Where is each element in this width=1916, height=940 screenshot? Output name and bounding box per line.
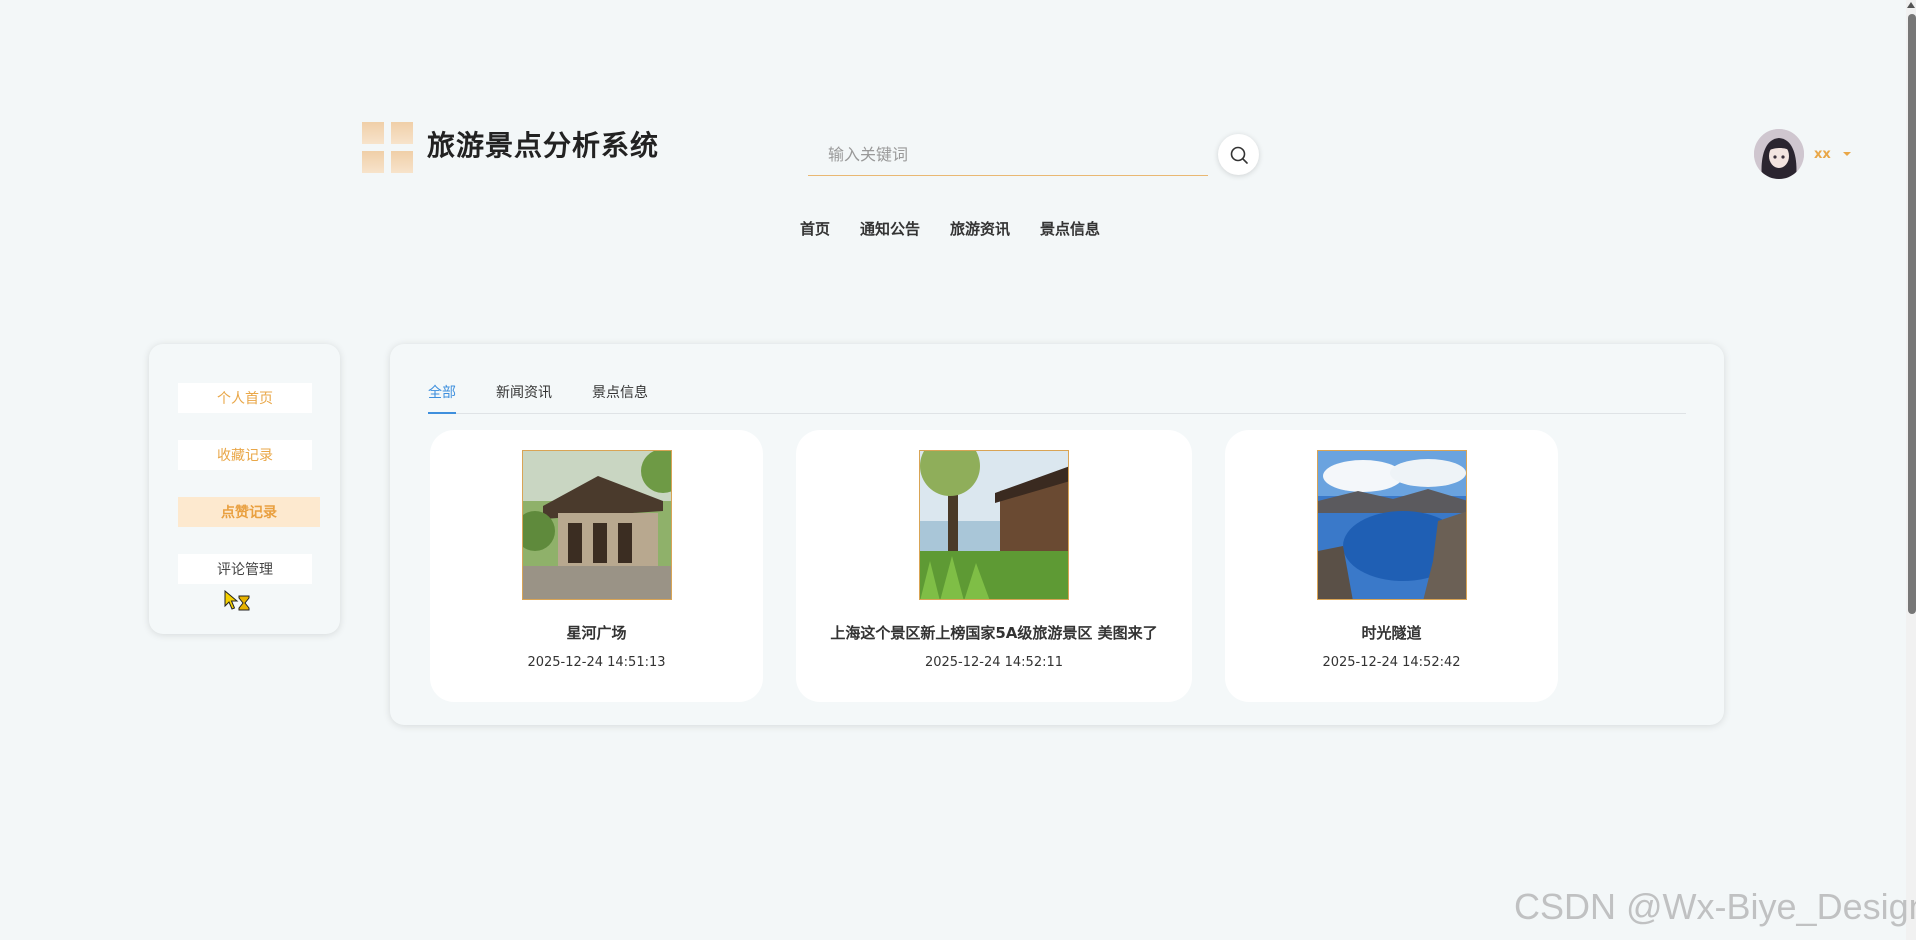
watermark: CSDN @Wx-Biye_Design: [1514, 886, 1916, 927]
card-time: 2025-12-24 14:52:11: [924, 655, 1064, 670]
search-input[interactable]: [808, 134, 1208, 175]
search-icon: [1230, 146, 1248, 164]
card-title[interactable]: 星河广场: [566, 622, 626, 643]
card-title[interactable]: 上海这个景区新上榜国家5A级旅游景区 美图来了: [830, 622, 1157, 643]
nav-notices[interactable]: 通知公告: [860, 218, 920, 239]
lakeside-image: [920, 451, 1068, 599]
sidebar-item-favorites[interactable]: 收藏记录: [178, 440, 312, 470]
card-time: 2025-12-24 14:51:13: [527, 655, 666, 670]
sidebar-item-likes[interactable]: 点赞记录: [178, 497, 320, 527]
content-tabs: 全部 新闻资讯 景点信息: [428, 384, 1686, 414]
avatar-image: [1754, 129, 1804, 179]
card-title[interactable]: 时光隧道: [1361, 622, 1421, 643]
pavilion-image: [522, 451, 671, 599]
liked-card[interactable]: 星河广场 2025-12-24 14:51:13: [430, 430, 763, 702]
site-logo: [362, 122, 413, 173]
sidebar-item-profile[interactable]: 个人首页: [178, 383, 312, 413]
username[interactable]: xx: [1814, 147, 1831, 162]
card-thumbnail[interactable]: [521, 450, 672, 600]
card-time: 2025-12-24 14:52:42: [1322, 655, 1461, 670]
busy-cursor-icon: [224, 590, 250, 611]
nav-travel-news[interactable]: 旅游资讯: [950, 218, 1010, 239]
main-nav: 首页 通知公告 旅游资讯 景点信息: [800, 218, 1100, 239]
card-thumbnail[interactable]: [919, 450, 1069, 600]
tab-all[interactable]: 全部: [428, 384, 456, 414]
crater-lake-image: [1317, 451, 1466, 599]
avatar[interactable]: [1754, 129, 1804, 179]
sidebar-item-comments[interactable]: 评论管理: [178, 554, 312, 584]
nav-home[interactable]: 首页: [800, 218, 830, 239]
liked-card[interactable]: 上海这个景区新上榜国家5A级旅游景区 美图来了 2025-12-24 14:52…: [796, 430, 1192, 702]
likes-panel: 全部 新闻资讯 景点信息 星河广场 2025-12-24 14:51:13 上海…: [390, 344, 1724, 725]
nav-attractions[interactable]: 景点信息: [1040, 218, 1100, 239]
card-thumbnail[interactable]: [1316, 450, 1467, 600]
user-menu[interactable]: xx: [1754, 129, 1851, 179]
site-title: 旅游景点分析系统: [427, 129, 660, 162]
search-button[interactable]: [1218, 134, 1259, 175]
scrollbar-thumb[interactable]: [1908, 14, 1916, 614]
search-field: [808, 134, 1208, 176]
liked-card[interactable]: 时光隧道 2025-12-24 14:52:42: [1225, 430, 1558, 702]
tab-attractions[interactable]: 景点信息: [592, 384, 648, 414]
scroll-up-icon[interactable]: [1907, 2, 1915, 8]
chevron-down-icon[interactable]: [1842, 152, 1851, 156]
tab-news[interactable]: 新闻资讯: [496, 384, 552, 414]
